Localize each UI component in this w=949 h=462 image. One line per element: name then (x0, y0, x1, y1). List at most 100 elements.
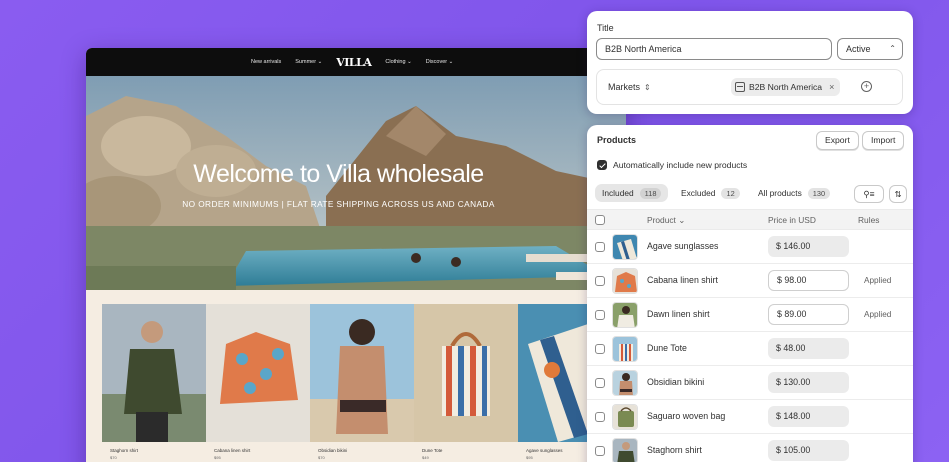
nav-new-arrivals[interactable]: New arrivals (251, 59, 281, 65)
table-row[interactable]: Dawn linen shirt $ 89.00 Applied (587, 298, 913, 332)
row-checkbox[interactable] (595, 344, 605, 354)
import-button[interactable]: Import (862, 131, 905, 150)
column-product-label: Product (647, 215, 676, 225)
rule-status: Applied (864, 276, 892, 285)
tab-label: Included (602, 188, 634, 198)
market-icon (735, 82, 745, 92)
row-checkbox[interactable] (595, 378, 605, 388)
title-label: Title (597, 23, 614, 33)
row-checkbox[interactable] (595, 242, 605, 252)
sort-icon: ⌄ (678, 215, 686, 225)
table-row[interactable]: Dune Tote $ 48.00 (587, 332, 913, 366)
price-field[interactable]: $ 130.00 (768, 372, 849, 393)
price-field[interactable]: $ 89.00 (768, 304, 849, 325)
title-card: Title B2B North America Active ⌃ Markets… (587, 11, 913, 114)
tab-excluded[interactable]: Excluded 12 (674, 184, 747, 202)
tile-price: $95 (526, 455, 533, 460)
tile-price: $70 (110, 455, 117, 460)
product-tile-staghorn[interactable] (102, 304, 206, 442)
sort-arrows-icon: ⇅ (894, 189, 902, 199)
row-checkbox[interactable] (595, 310, 605, 320)
row-checkbox[interactable] (595, 276, 605, 286)
tile-price: $49 (422, 455, 429, 460)
sort-button[interactable]: ⇅ (889, 185, 907, 203)
tile-price: $95 (214, 455, 221, 460)
products-card: Products Export Import Automatically inc… (587, 125, 913, 462)
table-row[interactable]: Agave sunglasses $ 146.00 (587, 230, 913, 264)
product-thumbnail (612, 438, 638, 462)
product-thumbnail (612, 336, 638, 362)
select-chevron-icon: ⌃ (889, 44, 896, 53)
tile-label: Dune Tote (422, 448, 443, 453)
column-product[interactable]: Product ⌄ (647, 215, 685, 225)
nav-clothing[interactable]: Clothing ⌄ (385, 59, 411, 65)
column-price: Price in USD (768, 215, 816, 225)
table-row[interactable]: Saguaro woven bag $ 148.00 (587, 400, 913, 434)
hero-banner: Welcome to Villa wholesale NO ORDER MINI… (86, 76, 626, 290)
sort-icon: ⇕ (644, 83, 651, 92)
table-header: Product ⌄ Price in USD Rules (587, 209, 913, 230)
markets-sort-button[interactable]: Markets ⇕ (608, 82, 651, 92)
tile-price: $70 (318, 455, 325, 460)
markets-row: Markets ⇕ B2B North America × + (596, 69, 903, 105)
add-market-icon[interactable]: + (861, 81, 872, 92)
filter-icon: ≡ (869, 189, 875, 199)
product-thumbnail (612, 268, 638, 294)
tab-count: 12 (721, 187, 740, 199)
hero-subtitle: NO ORDER MINIMUMS | FLAT RATE SHIPPING A… (182, 199, 495, 209)
tab-included[interactable]: Included 118 (595, 184, 669, 202)
tab-count: 118 (639, 187, 662, 199)
product-tile-dune[interactable] (414, 304, 518, 442)
product-image-bikini (310, 304, 414, 442)
tile-label: Obsidian bikini (318, 448, 348, 453)
search-filter-button[interactable]: ⚲≡ (854, 185, 884, 203)
nav-discover[interactable]: Discover ⌄ (426, 59, 454, 65)
price-field[interactable]: $ 146.00 (768, 236, 849, 257)
close-icon[interactable]: × (829, 82, 834, 92)
product-tile-obsidian[interactable] (310, 304, 414, 442)
row-checkbox[interactable] (595, 446, 605, 456)
product-name: Dawn linen shirt (647, 309, 710, 319)
price-field[interactable]: $ 48.00 (768, 338, 849, 359)
tab-count: 130 (807, 187, 831, 199)
auto-include-row[interactable]: Automatically include new products (597, 160, 747, 170)
store-logo[interactable]: VILLA (336, 56, 372, 69)
product-name: Saguaro woven bag (647, 411, 726, 421)
product-thumbnail (612, 302, 638, 328)
auto-include-label: Automatically include new products (613, 160, 748, 170)
tab-label: Excluded (681, 188, 716, 198)
title-input[interactable]: B2B North America (596, 38, 832, 60)
table-row[interactable]: Staghorn shirt $ 105.00 (587, 434, 913, 462)
nav-summer[interactable]: Summer ⌄ (295, 59, 322, 65)
market-tag[interactable]: B2B North America × (731, 78, 841, 96)
tab-all-products[interactable]: All products 130 (751, 184, 837, 202)
product-name: Staghorn shirt (647, 445, 702, 455)
status-value: Active (846, 44, 871, 54)
select-all-checkbox[interactable] (595, 215, 605, 225)
tile-label: Staghorn shirt (110, 448, 139, 453)
auto-include-checkbox[interactable] (597, 160, 607, 170)
product-tile-cabana[interactable] (206, 304, 310, 442)
product-name: Cabana linen shirt (647, 275, 718, 285)
rule-status: Applied (864, 310, 892, 319)
table-row[interactable]: Cabana linen shirt $ 98.00 Applied (587, 264, 913, 298)
column-rules: Rules (858, 215, 880, 225)
tile-label: Cabana linen shirt (214, 448, 251, 453)
product-name: Agave sunglasses (647, 241, 719, 251)
table-row[interactable]: Obsidian bikini $ 130.00 (587, 366, 913, 400)
product-grid: Staghorn shirt $70 Cabana linen shirt $9… (86, 290, 626, 462)
export-button[interactable]: Export (816, 131, 859, 150)
product-image-tote-bag (414, 304, 518, 442)
row-checkbox[interactable] (595, 412, 605, 422)
price-field[interactable]: $ 98.00 (768, 270, 849, 291)
hero-title: Welcome to Villa wholesale (193, 160, 484, 188)
status-select[interactable]: Active ⌃ (837, 38, 903, 60)
price-field[interactable]: $ 105.00 (768, 440, 849, 461)
markets-label: Markets (608, 82, 641, 92)
product-image-man-in-shirt (102, 304, 206, 442)
hero-text: Welcome to Villa wholesale NO ORDER MINI… (86, 160, 591, 209)
store-nav: New arrivals Summer ⌄ VILLA Clothing ⌄ D… (86, 48, 626, 76)
market-tag-label: B2B North America (749, 82, 823, 92)
price-field[interactable]: $ 148.00 (768, 406, 849, 427)
product-thumbnail (612, 404, 638, 430)
